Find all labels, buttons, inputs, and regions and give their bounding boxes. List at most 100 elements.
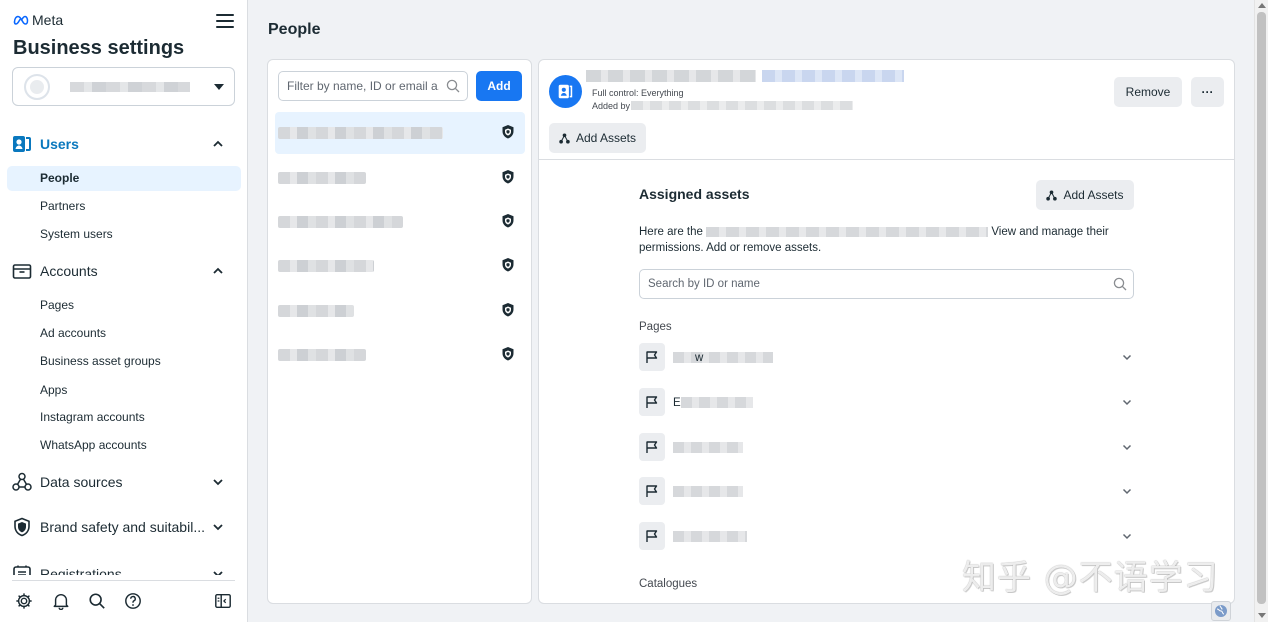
add-assets-button-secondary[interactable]: Add Assets (1036, 180, 1134, 210)
meta-logo-icon (13, 15, 29, 25)
section-users-label: Users (40, 136, 79, 152)
detail-header-divider (539, 159, 1234, 160)
chevron-down-icon (213, 479, 223, 486)
flag-icon (639, 433, 665, 461)
chevron-up-icon (213, 140, 223, 147)
sidebar: Meta Business settings Users People Part… (0, 0, 248, 622)
catalogues-group-label: Catalogues (639, 578, 698, 590)
section-accounts[interactable]: Accounts (12, 259, 236, 283)
person-row[interactable] (275, 290, 525, 332)
sidebar-item-system-users[interactable]: System users (7, 222, 241, 247)
page-name-redacted (673, 352, 773, 363)
person-row[interactable] (275, 245, 525, 287)
add-assets-button[interactable]: Add Assets (549, 123, 646, 153)
asset-page-row[interactable] (639, 477, 1134, 505)
chevron-down-icon[interactable] (1122, 486, 1132, 496)
asset-page-row[interactable]: w (639, 343, 1134, 371)
asset-search-input[interactable] (639, 269, 1134, 299)
sidebar-item-partners[interactable]: Partners (7, 194, 241, 219)
hamburger-menu-icon[interactable] (216, 14, 234, 30)
person-name-redacted (278, 216, 403, 228)
main-page-title: People (268, 21, 321, 38)
panel-toggle-icon[interactable] (214, 592, 232, 610)
admin-shield-icon (502, 214, 514, 228)
more-options-button[interactable]: ··· (1191, 77, 1224, 107)
desc-line2: permissions. Add or remove assets. (639, 242, 822, 254)
sidebar-item-apps[interactable]: Apps (7, 378, 241, 403)
people-list-panel: Add (267, 59, 532, 604)
admin-shield-icon (502, 258, 514, 272)
data-sources-icon (12, 472, 32, 491)
sidebar-item-business-asset-groups[interactable]: Business asset groups (7, 349, 241, 374)
section-users[interactable]: Users (12, 132, 236, 156)
scroll-up-arrow[interactable] (1258, 3, 1266, 8)
help-icon[interactable] (124, 592, 142, 610)
person-row[interactable] (275, 334, 525, 376)
access-level: Full control: Everything (592, 88, 684, 98)
sidebar-item-whatsapp-accounts[interactable]: WhatsApp accounts (7, 433, 241, 458)
sidebar-item-instagram-accounts[interactable]: Instagram accounts (7, 405, 241, 430)
chevron-down-icon (213, 571, 223, 575)
sidebar-item-people[interactable]: People (7, 166, 241, 191)
desc-redacted (706, 226, 989, 237)
person-row[interactable] (275, 112, 525, 154)
add-person-button[interactable]: Add (476, 71, 522, 101)
business-selector[interactable] (12, 67, 235, 106)
admin-shield-icon (502, 125, 514, 139)
page-name-redacted (673, 486, 743, 497)
caret-down-icon (214, 83, 224, 90)
page-name-redacted (673, 531, 747, 542)
business-name-redacted (70, 81, 190, 92)
add-assets-label: Add Assets (575, 131, 637, 145)
bell-icon[interactable] (52, 592, 70, 610)
person-row[interactable] (275, 157, 525, 199)
chevron-up-icon (213, 267, 223, 274)
briefcase-icon (12, 264, 32, 279)
people-filter-input[interactable] (278, 71, 468, 101)
chevron-down-icon[interactable] (1122, 442, 1132, 452)
search-icon[interactable] (88, 592, 106, 610)
section-registrations-label: Registrations (40, 566, 122, 575)
chevron-down-icon[interactable] (1122, 352, 1132, 362)
pages-group-label: Pages (639, 321, 672, 333)
remove-button[interactable]: Remove (1114, 77, 1182, 107)
asset-page-row[interactable] (639, 433, 1134, 461)
users-icon (13, 136, 31, 152)
add-assets-label: Add Assets (1063, 188, 1124, 202)
flag-icon (639, 388, 665, 416)
person-row[interactable] (275, 201, 525, 243)
section-accounts-label: Accounts (40, 263, 98, 279)
asset-page-row[interactable]: E (639, 388, 1134, 416)
asset-page-row[interactable] (639, 522, 1134, 550)
section-brand-safety[interactable]: Brand safety and suitabil... (12, 515, 236, 539)
gear-icon[interactable] (15, 592, 33, 610)
section-data-sources[interactable]: Data sources (12, 470, 236, 494)
chevron-down-icon (213, 524, 223, 531)
sidebar-item-ad-accounts[interactable]: Ad accounts (7, 321, 241, 346)
section-data-sources-label: Data sources (40, 474, 123, 490)
person-name-redacted (278, 305, 354, 317)
page-name-redacted (681, 397, 753, 408)
meta-brand[interactable]: Meta (13, 12, 63, 28)
admin-shield-icon (502, 303, 514, 317)
scroll-down-arrow[interactable] (1258, 613, 1266, 618)
globe-icon[interactable] (1211, 601, 1231, 621)
section-registrations[interactable]: Registrations (12, 562, 236, 575)
flag-icon (639, 477, 665, 505)
chevron-down-icon[interactable] (1122, 397, 1132, 407)
person-name-redacted (278, 349, 366, 361)
page-name-redacted (673, 442, 743, 453)
added-by-redacted (631, 101, 853, 110)
chevron-down-icon[interactable] (1122, 531, 1132, 541)
page-name: w (695, 352, 704, 364)
user-badge-icon (558, 84, 573, 99)
section-registrations-clip: Registrations (12, 561, 236, 575)
assigned-assets-title: Assigned assets (639, 186, 750, 202)
sidebar-item-pages[interactable]: Pages (7, 293, 241, 318)
person-name-redacted (586, 70, 904, 82)
added-by-label: Added by (592, 101, 631, 111)
person-name-redacted (278, 127, 443, 139)
page-scrollbar[interactable] (1254, 0, 1268, 622)
person-detail-panel: Full control: Everything Added by Remove… (538, 59, 1235, 604)
scroll-thumb[interactable] (1257, 12, 1266, 604)
